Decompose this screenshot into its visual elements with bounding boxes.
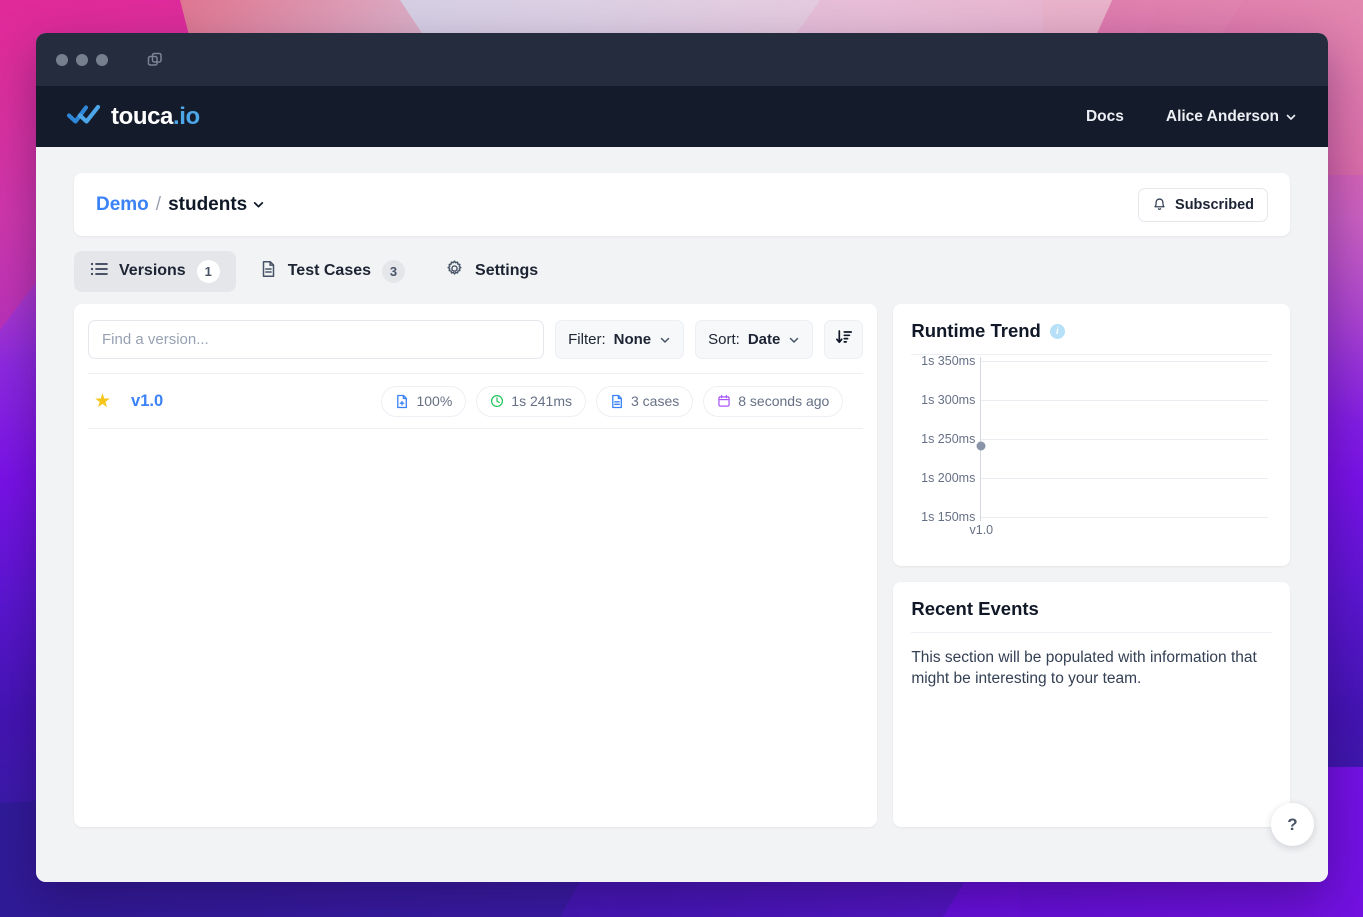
- chevron-down-icon: [254, 202, 264, 208]
- versions-column: Filter: None Sort: Date: [74, 304, 878, 827]
- help-button[interactable]: ?: [1271, 803, 1314, 846]
- chart-y-tick: 1s 200ms: [921, 471, 976, 485]
- tab-test-cases-label: Test Cases: [287, 262, 372, 279]
- file-plus-icon: [397, 394, 408, 408]
- chart-y-axis-line: [980, 357, 982, 521]
- app-header: touca.io Docs Alice Anderson: [36, 86, 1328, 147]
- user-menu-label: Alice Anderson: [1165, 107, 1279, 125]
- chart-x-tick: v1.0: [969, 523, 994, 537]
- search-input[interactable]: [88, 320, 545, 359]
- filter-dropdown-value: None: [613, 331, 652, 348]
- breadcrumb: Demo / students: [96, 194, 265, 216]
- double-check-icon: [66, 104, 101, 129]
- logo-main: touca: [111, 102, 174, 130]
- logo-suffix: .io: [173, 102, 200, 130]
- filter-dropdown-label: Filter:: [568, 331, 606, 348]
- pill-coverage: 100%: [381, 385, 467, 417]
- chart-y-tick: 1s 250ms: [921, 432, 976, 446]
- tab-test-cases[interactable]: Test Cases 3: [244, 251, 421, 292]
- window-close-button[interactable]: [56, 53, 68, 66]
- chart-y-tick: 1s 150ms: [921, 510, 976, 524]
- user-menu[interactable]: Alice Anderson: [1166, 108, 1297, 126]
- sort-amount-down-icon: [835, 328, 853, 351]
- breadcrumb-card: Demo / students Subscribed: [74, 173, 1290, 236]
- tab-versions-badge: 1: [196, 259, 220, 283]
- chart-y-axis-labels: 1s 150ms 1s 200ms 1s 250ms 1s 300ms 1s 350ms: [911, 354, 976, 524]
- runtime-trend-title: Runtime Trend i: [911, 320, 1272, 355]
- pill-cases-label: 3 cases: [631, 393, 680, 409]
- sort-direction-button[interactable]: [824, 320, 864, 359]
- chart-data-point[interactable]: [976, 441, 986, 451]
- chart-gridline: [981, 361, 1268, 362]
- gear-icon: [445, 259, 464, 283]
- sort-dropdown-label: Sort:: [708, 331, 740, 348]
- page-content: Demo / students Subscribed Versions 1 Te…: [36, 147, 1328, 882]
- runtime-trend-chart: 1s 150ms 1s 200ms 1s 250ms 1s 300ms 1s 350ms…: [911, 354, 1272, 547]
- chevron-down-icon: [1286, 114, 1296, 120]
- list-icon: [90, 261, 108, 282]
- sort-dropdown[interactable]: Sort: Date: [695, 320, 814, 359]
- chart-y-tick: 1s 300ms: [921, 393, 976, 407]
- browser-window: touca.io Docs Alice Anderson Demo / stud…: [36, 33, 1328, 882]
- breadcrumb-suite[interactable]: students: [168, 194, 265, 216]
- sort-dropdown-value: Date: [747, 331, 781, 348]
- tab-versions-label: Versions: [119, 262, 186, 279]
- chart-gridline: [981, 517, 1268, 518]
- pill-coverage-label: 100%: [416, 393, 453, 409]
- windows-copy-icon[interactable]: [146, 51, 164, 69]
- chart-gridline: [981, 478, 1268, 479]
- version-metrics: 100% 1s 241ms 3 cases 8 seconds ago: [381, 385, 857, 417]
- tab-versions[interactable]: Versions 1: [74, 250, 236, 292]
- version-name[interactable]: v1.0: [131, 392, 163, 411]
- recent-events-title-label: Recent Events: [911, 598, 1039, 619]
- breadcrumb-team[interactable]: Demo: [96, 194, 149, 216]
- chevron-down-icon: [790, 337, 799, 343]
- window-titlebar: [36, 33, 1328, 86]
- pill-cases: 3 cases: [596, 385, 694, 417]
- touca-logo[interactable]: touca.io: [66, 103, 200, 131]
- chart-gridline: [981, 400, 1268, 401]
- pill-submitted-at-label: 8 seconds ago: [738, 393, 830, 409]
- tab-bar: Versions 1 Test Cases 3 Settings: [74, 250, 1290, 292]
- tab-settings-label: Settings: [475, 262, 539, 279]
- main-nav: Docs Alice Anderson: [1086, 108, 1297, 126]
- chart-y-tick: 1s 350ms: [921, 354, 976, 368]
- clock-icon: [491, 394, 504, 408]
- tab-test-cases-badge: 3: [382, 259, 406, 283]
- recent-events-body: This section will be populated with info…: [911, 649, 1257, 687]
- window-minimize-button[interactable]: [76, 53, 88, 66]
- favorite-star-icon[interactable]: ★: [94, 390, 111, 413]
- nav-docs-link[interactable]: Docs: [1086, 108, 1124, 126]
- calendar-icon: [718, 395, 730, 407]
- versions-list-card: Filter: None Sort: Date: [74, 304, 878, 827]
- recent-events-title: Recent Events: [911, 598, 1272, 633]
- chart-gridline: [981, 439, 1268, 440]
- chart-gridlines: [981, 361, 1268, 518]
- breadcrumb-separator: /: [155, 193, 162, 215]
- sidebar-column: Runtime Trend i 1s 150ms 1s 200ms 1s 250ms…: [893, 304, 1290, 827]
- table-row[interactable]: ★ v1.0 100% 1s 241ms 3 cases 8 seconds a…: [88, 373, 864, 429]
- logo-text: touca.io: [111, 103, 200, 131]
- filter-dropdown[interactable]: Filter: None: [555, 320, 685, 359]
- document-icon: [260, 260, 277, 283]
- chevron-down-icon: [660, 337, 670, 343]
- window-maximize-button[interactable]: [96, 53, 108, 66]
- info-icon[interactable]: i: [1049, 323, 1065, 339]
- subscribe-button[interactable]: Subscribed: [1138, 187, 1268, 222]
- content-columns: Filter: None Sort: Date: [74, 304, 1290, 827]
- tab-settings[interactable]: Settings: [429, 250, 554, 292]
- runtime-trend-card: Runtime Trend i 1s 150ms 1s 200ms 1s 250ms…: [893, 304, 1290, 566]
- recent-events-card: Recent Events This section will be popul…: [893, 582, 1290, 827]
- file-icon: [612, 394, 622, 408]
- pill-submitted-at: 8 seconds ago: [703, 385, 844, 417]
- pill-runtime: 1s 241ms: [476, 385, 586, 417]
- breadcrumb-suite-label: students: [168, 193, 248, 215]
- pill-runtime-label: 1s 241ms: [511, 393, 572, 409]
- versions-filter-bar: Filter: None Sort: Date: [88, 320, 864, 359]
- bell-icon: [1154, 198, 1165, 210]
- runtime-trend-title-label: Runtime Trend: [911, 320, 1041, 341]
- subscribe-label: Subscribed: [1175, 196, 1254, 213]
